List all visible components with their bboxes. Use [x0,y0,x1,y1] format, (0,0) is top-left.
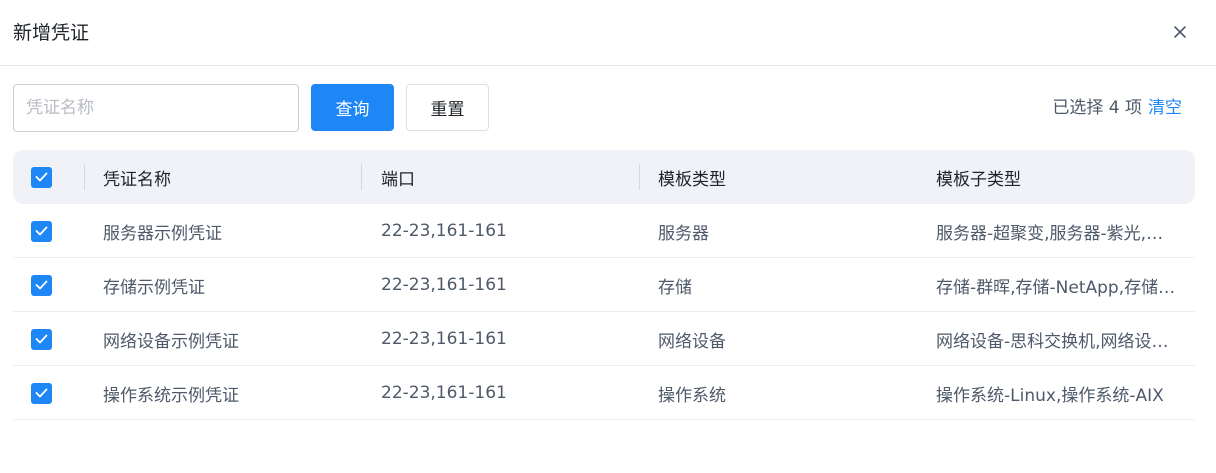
port-cell: 22-23,161-161 [381,221,507,241]
credential-name-cell: 存储示例凭证 [103,277,205,298]
selected-count-text: 已选择 4 项 [1052,98,1142,118]
reset-button[interactable]: 重置 [406,84,489,131]
column-header-template-type[interactable]: 模板类型 [658,150,908,204]
credential-name-cell: 网络设备示例凭证 [103,331,239,352]
template-type-cell: 网络设备 [658,331,726,352]
table-row[interactable]: 操作系统示例凭证 22-23,161-161 操作系统 操作系统-Linux,操… [13,366,1195,420]
template-subtype-cell: 存储-群晖,存储-NetApp,存储-华为 [936,277,1176,298]
column-header-port[interactable]: 端口 [381,150,631,204]
template-subtype-cell: 服务器-超聚变,服务器-紫光,服务器-华为 [936,223,1176,244]
template-subtype-cell: 操作系统-Linux,操作系统-AIX [936,385,1164,406]
dialog-title: 新增凭证 [13,22,90,44]
check-icon [35,388,48,398]
query-button[interactable]: 查询 [311,84,394,131]
template-type-cell: 操作系统 [658,385,726,406]
column-divider [639,164,640,190]
table-row[interactable]: 存储示例凭证 22-23,161-161 存储 存储-群晖,存储-NetApp,… [13,258,1195,312]
row-checkbox[interactable] [31,274,52,296]
credential-name-search-input[interactable] [13,84,299,132]
template-type-cell: 存储 [658,277,692,298]
clear-selection-link[interactable]: 清空 [1148,95,1182,121]
table-row[interactable]: 服务器示例凭证 22-23,161-161 服务器 服务器-超聚变,服务器-紫光… [13,204,1195,258]
row-checkbox[interactable] [31,328,52,350]
port-cell: 22-23,161-161 [381,329,507,349]
credential-name-cell: 操作系统示例凭证 [103,385,239,406]
check-icon [35,334,48,344]
credential-table: 凭证名称 端口 模板类型 模板子类型 服务器示例凭证 22-23,161-161… [13,150,1195,420]
credential-name-cell: 服务器示例凭证 [103,223,222,244]
port-cell: 22-23,161-161 [381,383,507,403]
select-all-checkbox[interactable] [31,166,52,188]
check-icon [35,226,48,236]
check-icon [35,280,48,290]
template-type-cell: 服务器 [658,223,709,244]
new-credential-dialog: 新增凭证 查询 重置 已选择 4 项 清空 凭证名称 端口 模板类型 模板子类型 [0,0,1216,473]
row-checkbox[interactable] [31,382,52,404]
check-icon [35,172,48,182]
column-header-name[interactable]: 凭证名称 [103,150,353,204]
column-divider [84,164,85,190]
dialog-header: 新增凭证 [0,0,1216,66]
column-divider [361,164,362,190]
row-checkbox[interactable] [31,220,52,242]
column-header-template-subtype[interactable]: 模板子类型 [936,150,1176,204]
close-icon[interactable] [1168,20,1192,44]
port-cell: 22-23,161-161 [381,275,507,295]
template-subtype-cell: 网络设备-思科交换机,网络设备-华为交换机 [936,331,1176,352]
table-row[interactable]: 网络设备示例凭证 22-23,161-161 网络设备 网络设备-思科交换机,网… [13,312,1195,366]
table-header: 凭证名称 端口 模板类型 模板子类型 [13,150,1195,204]
selection-summary: 已选择 4 项 清空 [1052,95,1182,121]
